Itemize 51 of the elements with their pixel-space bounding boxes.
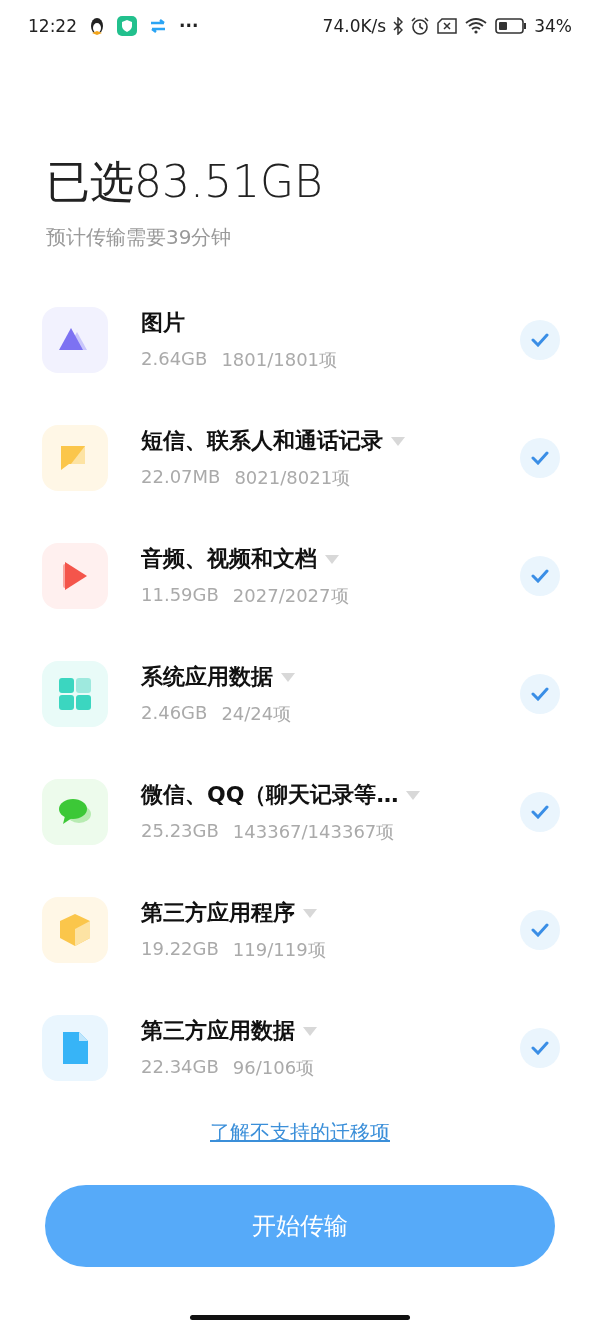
- shield-app-icon: [117, 16, 137, 36]
- checkbox[interactable]: [520, 438, 560, 478]
- checkmark-icon: [531, 569, 549, 583]
- category-size: 11.59GB: [141, 584, 219, 607]
- checkmark-icon: [531, 687, 549, 701]
- checkbox[interactable]: [520, 320, 560, 360]
- more-notifications: ···: [179, 16, 199, 36]
- category-title: 第三方应用数据: [141, 1017, 295, 1045]
- category-title: 图片: [141, 309, 185, 337]
- category-size: 25.23GB: [141, 820, 219, 843]
- wifi-icon: [464, 17, 489, 35]
- category-size: 22.07MB: [141, 466, 221, 489]
- checkbox[interactable]: [520, 792, 560, 832]
- start-transfer-button[interactable]: 开始传输: [45, 1185, 555, 1267]
- checkbox[interactable]: [520, 556, 560, 596]
- checkmark-icon: [531, 1041, 549, 1055]
- battery-percentage: 34%: [534, 16, 572, 36]
- category-title: 短信、联系人和通话记录: [141, 427, 383, 455]
- checkbox[interactable]: [520, 674, 560, 714]
- category-size: 2.46GB: [141, 702, 208, 725]
- category-size: 2.64GB: [141, 348, 208, 371]
- category-title: 音频、视频和文档: [141, 545, 317, 573]
- category-title: 第三方应用程序: [141, 899, 295, 927]
- checkmark-icon: [531, 923, 549, 937]
- category-size: 22.34GB: [141, 1056, 219, 1079]
- category-count: 1801/1801项: [221, 348, 338, 372]
- bluetooth-icon: [393, 17, 404, 35]
- category-count: 8021/8021项: [234, 466, 351, 490]
- checkmark-icon: [531, 333, 549, 347]
- alarm-icon: [410, 16, 431, 36]
- selected-size-title: 已选83.51GB: [46, 155, 324, 209]
- checkbox[interactable]: [520, 1028, 560, 1068]
- category-count: 96/106项: [232, 1056, 315, 1080]
- category-count: 119/119项: [232, 938, 326, 962]
- category-size: 19.22GB: [141, 938, 219, 961]
- checkmark-icon: [531, 451, 549, 465]
- clock: 12:22: [28, 16, 77, 36]
- category-title: 微信、QQ（聊天记录等…: [141, 781, 399, 809]
- network-speed: 74.0K/s: [322, 16, 387, 36]
- category-title: 系统应用数据: [141, 663, 273, 691]
- estimated-time: 预计传输需要39分钟: [46, 224, 233, 251]
- penguin-icon: [89, 17, 105, 35]
- unsupported-items-link[interactable]: 了解不支持的迁移项: [210, 1120, 390, 1144]
- category-count: 143367/143367项: [232, 820, 395, 844]
- no-sim-icon: [437, 18, 458, 34]
- checkmark-icon: [531, 805, 549, 819]
- battery-icon: [495, 18, 528, 34]
- category-count: 2027/2027项: [232, 584, 349, 608]
- swap-icon: [149, 18, 167, 34]
- category-count: 24/24项: [221, 702, 292, 726]
- checkbox[interactable]: [520, 910, 560, 950]
